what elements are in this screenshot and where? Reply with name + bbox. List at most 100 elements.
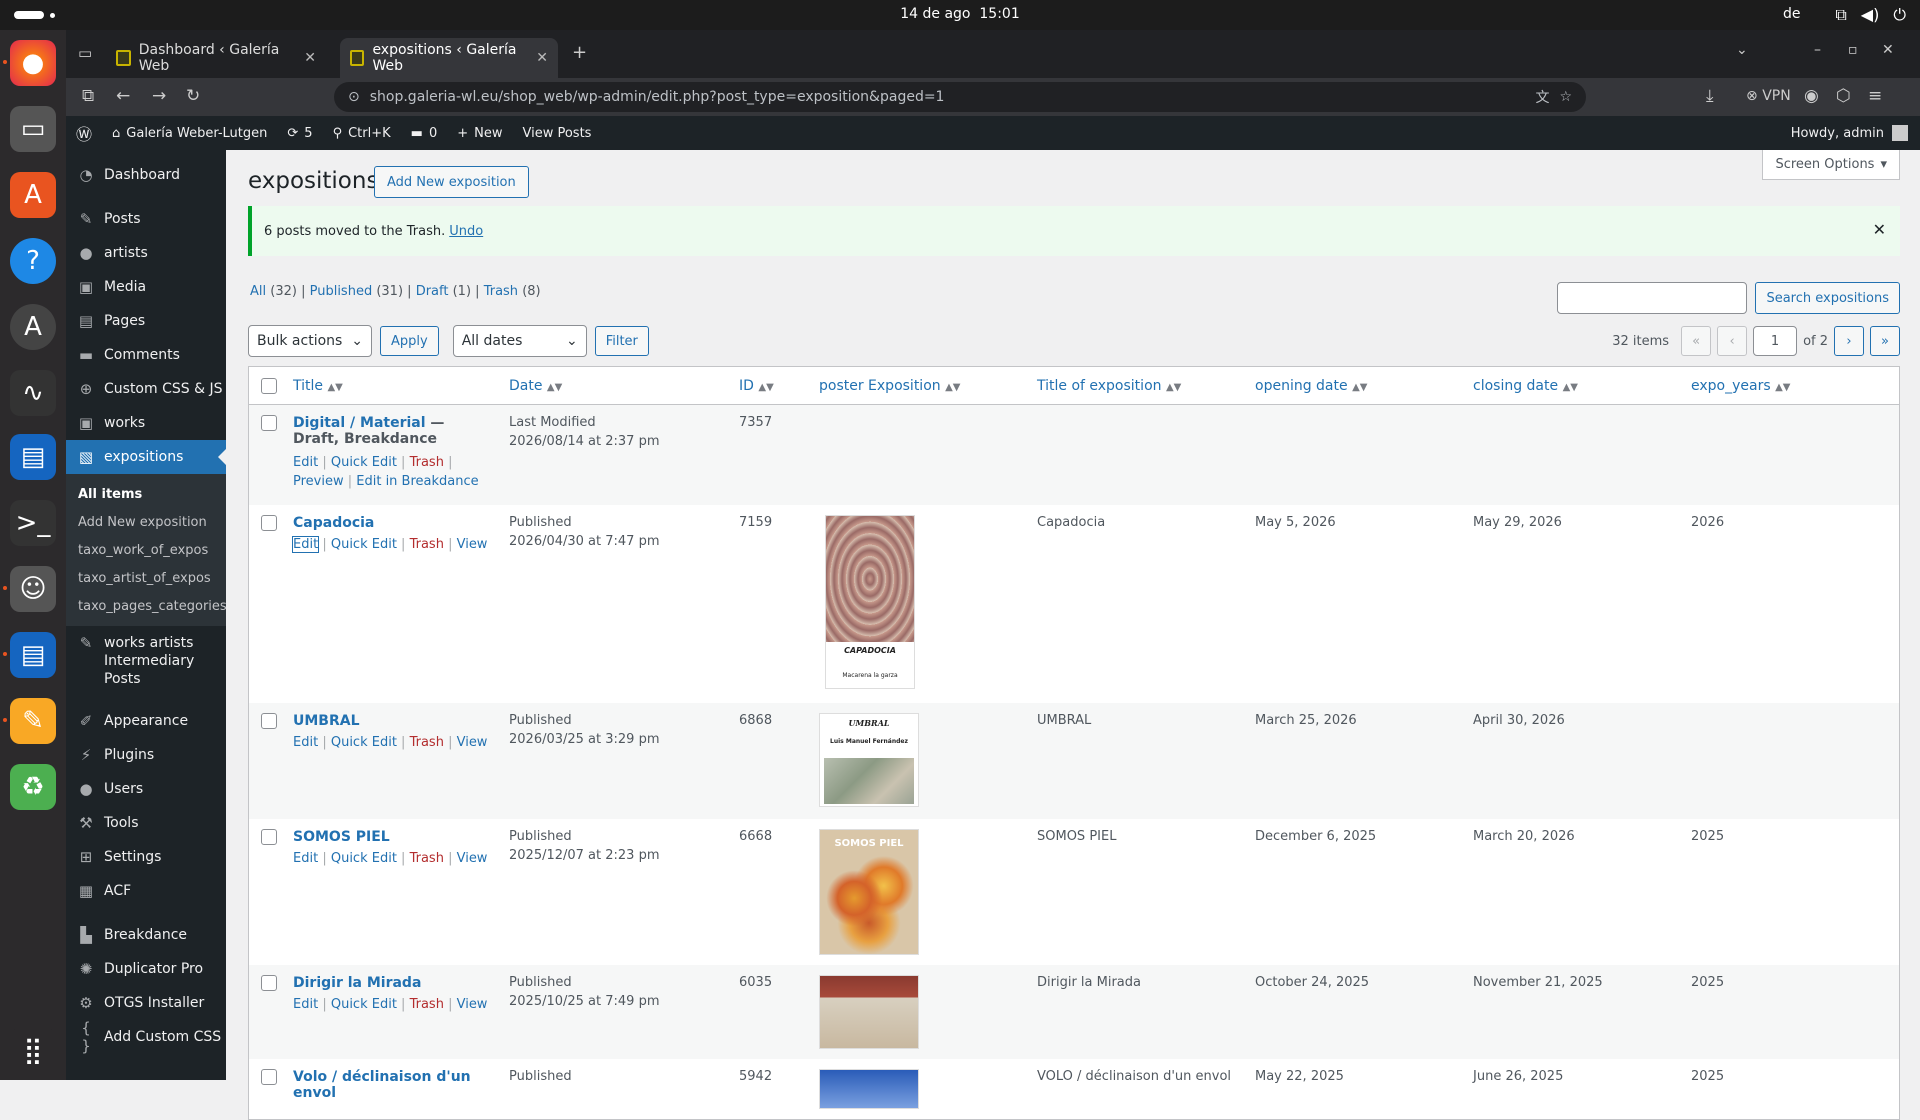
translate-icon[interactable]: 文	[1535, 87, 1549, 107]
select-all-checkbox[interactable]	[261, 377, 277, 394]
sidebar-item-artists[interactable]: ● artists	[66, 236, 226, 270]
search-input[interactable]	[1557, 282, 1748, 314]
terminal-icon[interactable]: >_	[10, 500, 56, 546]
sidebar-item-appearance[interactable]: ✐ Appearance	[66, 704, 226, 738]
poster-thumbnail[interactable]	[819, 974, 919, 1049]
row-title-link[interactable]: Capadocia	[293, 515, 374, 531]
document-icon[interactable]: ▤	[10, 632, 56, 678]
row-checkbox[interactable]	[261, 514, 277, 531]
sidebar-item-breakdance[interactable]: ▙ Breakdance	[66, 918, 226, 952]
edit-link[interactable]: Edit	[293, 997, 318, 1012]
sidebar-item-custom-css-js[interactable]: ⊕ Custom CSS & JS	[66, 372, 226, 406]
tab-search-icon[interactable]: ▭	[78, 44, 92, 62]
keyboard-language[interactable]: de	[1783, 6, 1801, 22]
submenu-taxo-artist[interactable]: taxo_artist_of_expos	[66, 564, 226, 592]
row-checkbox[interactable]	[261, 712, 277, 729]
site-info-icon[interactable]: ⊙	[348, 89, 360, 105]
submenu-taxo-work[interactable]: taxo_work_of_expos	[66, 536, 226, 564]
extensions-icon[interactable]: ⬡	[1836, 86, 1851, 106]
trash-link[interactable]: Trash	[410, 537, 444, 552]
dismiss-icon[interactable]: ✕	[1873, 220, 1886, 239]
sidebar-item-comments[interactable]: ▬ Comments	[66, 338, 226, 372]
sidebar-item-acf[interactable]: ▦ ACF	[66, 874, 226, 908]
view-link[interactable]: View	[457, 537, 488, 552]
edit-link[interactable]: Edit	[293, 455, 318, 470]
current-page-input[interactable]: 1	[1753, 326, 1798, 356]
quick-edit-link[interactable]: Quick Edit	[331, 735, 397, 750]
sidebar-item-plugins[interactable]: ⚡ Plugins	[66, 738, 226, 772]
bulk-actions-select[interactable]: Bulk actions ⌄	[248, 325, 372, 357]
row-title-link[interactable]: SOMOS PIEL	[293, 829, 390, 845]
profile-icon[interactable]: ◉	[1804, 86, 1819, 106]
filter-draft[interactable]: Draft	[416, 284, 449, 299]
trash-icon[interactable]: ♻	[10, 764, 56, 810]
system-tray[interactable]: ⧉ ◀) ⏻	[1835, 5, 1906, 25]
close-tab-icon[interactable]: ✕	[536, 50, 548, 66]
menu-icon[interactable]: ≡	[1868, 86, 1882, 106]
filter-all[interactable]: All	[250, 284, 266, 299]
col-date[interactable]: Date ▲▼	[501, 366, 731, 405]
row-title-link[interactable]: Volo / déclinaison d'un envol	[293, 1069, 471, 1101]
trash-link[interactable]: Trash	[410, 997, 444, 1012]
back-icon[interactable]: ←	[116, 86, 130, 106]
new-content-link[interactable]: + New	[447, 116, 512, 150]
col-opening-date[interactable]: opening date ▲▼	[1247, 366, 1465, 405]
sidebar-item-pages[interactable]: ▤ Pages	[66, 304, 226, 338]
row-checkbox[interactable]	[261, 974, 277, 991]
site-name-link[interactable]: ⌂ Galería Weber-Lutgen	[102, 116, 277, 150]
sidebar-item-posts[interactable]: ✎ Posts	[66, 202, 226, 236]
comments-link[interactable]: ▬ 0	[401, 116, 448, 150]
system-monitor-icon[interactable]: ∿	[10, 370, 56, 416]
preview-link[interactable]: Preview	[293, 474, 344, 489]
tab-list-chevron-icon[interactable]: ⌄	[1736, 42, 1748, 58]
tab-dashboard[interactable]: Dashboard ‹ Galería Web ✕	[106, 38, 326, 78]
sidebar-item-add-custom-css[interactable]: { } Add Custom CSS	[66, 1019, 226, 1055]
sidebar-item-users[interactable]: ● Users	[66, 772, 226, 806]
close-tab-icon[interactable]: ✕	[304, 50, 316, 66]
help-icon[interactable]: ?	[10, 238, 56, 284]
tab-expositions[interactable]: expositions ‹ Galería Web ✕	[340, 38, 558, 78]
software-updater-icon[interactable]: A	[10, 304, 56, 350]
filter-trash[interactable]: Trash	[484, 284, 518, 299]
row-title-link[interactable]: UMBRAL	[293, 713, 360, 729]
sidebar-item-expositions[interactable]: ▧ expositions	[66, 440, 226, 474]
sidebar-item-tools[interactable]: ⚒ Tools	[66, 806, 226, 840]
col-poster[interactable]: poster Exposition ▲▼	[811, 366, 1029, 405]
show-apps-icon[interactable]: ⣿	[10, 1028, 56, 1074]
clock[interactable]: 14 de ago 15:01	[0, 6, 1920, 22]
trash-link[interactable]: Trash	[410, 735, 444, 750]
col-closing-date[interactable]: closing date ▲▼	[1465, 366, 1683, 405]
trash-link[interactable]: Trash	[410, 851, 444, 866]
sidebar-item-dashboard[interactable]: ◔ Dashboard	[66, 158, 226, 192]
app-center-icon[interactable]: A	[10, 172, 56, 218]
quick-edit-link[interactable]: Quick Edit	[331, 537, 397, 552]
maximize-icon[interactable]: ▫	[1848, 42, 1858, 58]
poster-thumbnail[interactable]: UMBRAL Luis Manuel Fernández	[819, 712, 919, 807]
filter-button[interactable]: Filter	[594, 326, 649, 356]
writer-icon[interactable]: ▤	[10, 434, 56, 480]
updates-link[interactable]: ⟳ 5	[277, 116, 322, 150]
firefox-icon[interactable]: ●	[10, 40, 56, 86]
submenu-all-items[interactable]: All items	[66, 480, 226, 508]
row-title-link[interactable]: Dirigir la Mirada	[293, 975, 421, 991]
col-id[interactable]: ID ▲▼	[731, 366, 811, 405]
dates-select[interactable]: All dates ⌄	[452, 325, 587, 357]
col-title[interactable]: Title ▲▼	[285, 366, 501, 405]
last-page-button[interactable]: »	[1870, 326, 1900, 356]
gimp-icon[interactable]: ☺	[10, 566, 56, 612]
files-icon[interactable]: ▭	[10, 106, 56, 152]
close-window-icon[interactable]: ✕	[1882, 42, 1894, 58]
sidebar-item-works[interactable]: ▣ works	[66, 406, 226, 440]
account-menu[interactable]: Howdy, admin	[1791, 125, 1920, 141]
sidebar-toggle-icon[interactable]: ⧉	[82, 86, 94, 106]
text-editor-icon[interactable]: ✎	[10, 698, 56, 744]
new-tab-icon[interactable]: +	[572, 42, 587, 63]
address-bar[interactable]: ⊙ shop.galeria-wl.eu/shop_web/wp-admin/e…	[334, 82, 1586, 112]
view-link[interactable]: View	[457, 735, 488, 750]
sidebar-item-works-artists[interactable]: ✎ works artists Intermediary Posts	[66, 626, 226, 696]
view-link[interactable]: View	[457, 997, 488, 1012]
poster-thumbnail[interactable]: CAPADOCIA Macarena la garza	[825, 514, 915, 689]
bookmark-star-icon[interactable]: ☆	[1559, 89, 1572, 105]
undo-link[interactable]: Undo	[449, 224, 483, 239]
col-title-of-exposition[interactable]: Title of exposition ▲▼	[1029, 366, 1247, 405]
